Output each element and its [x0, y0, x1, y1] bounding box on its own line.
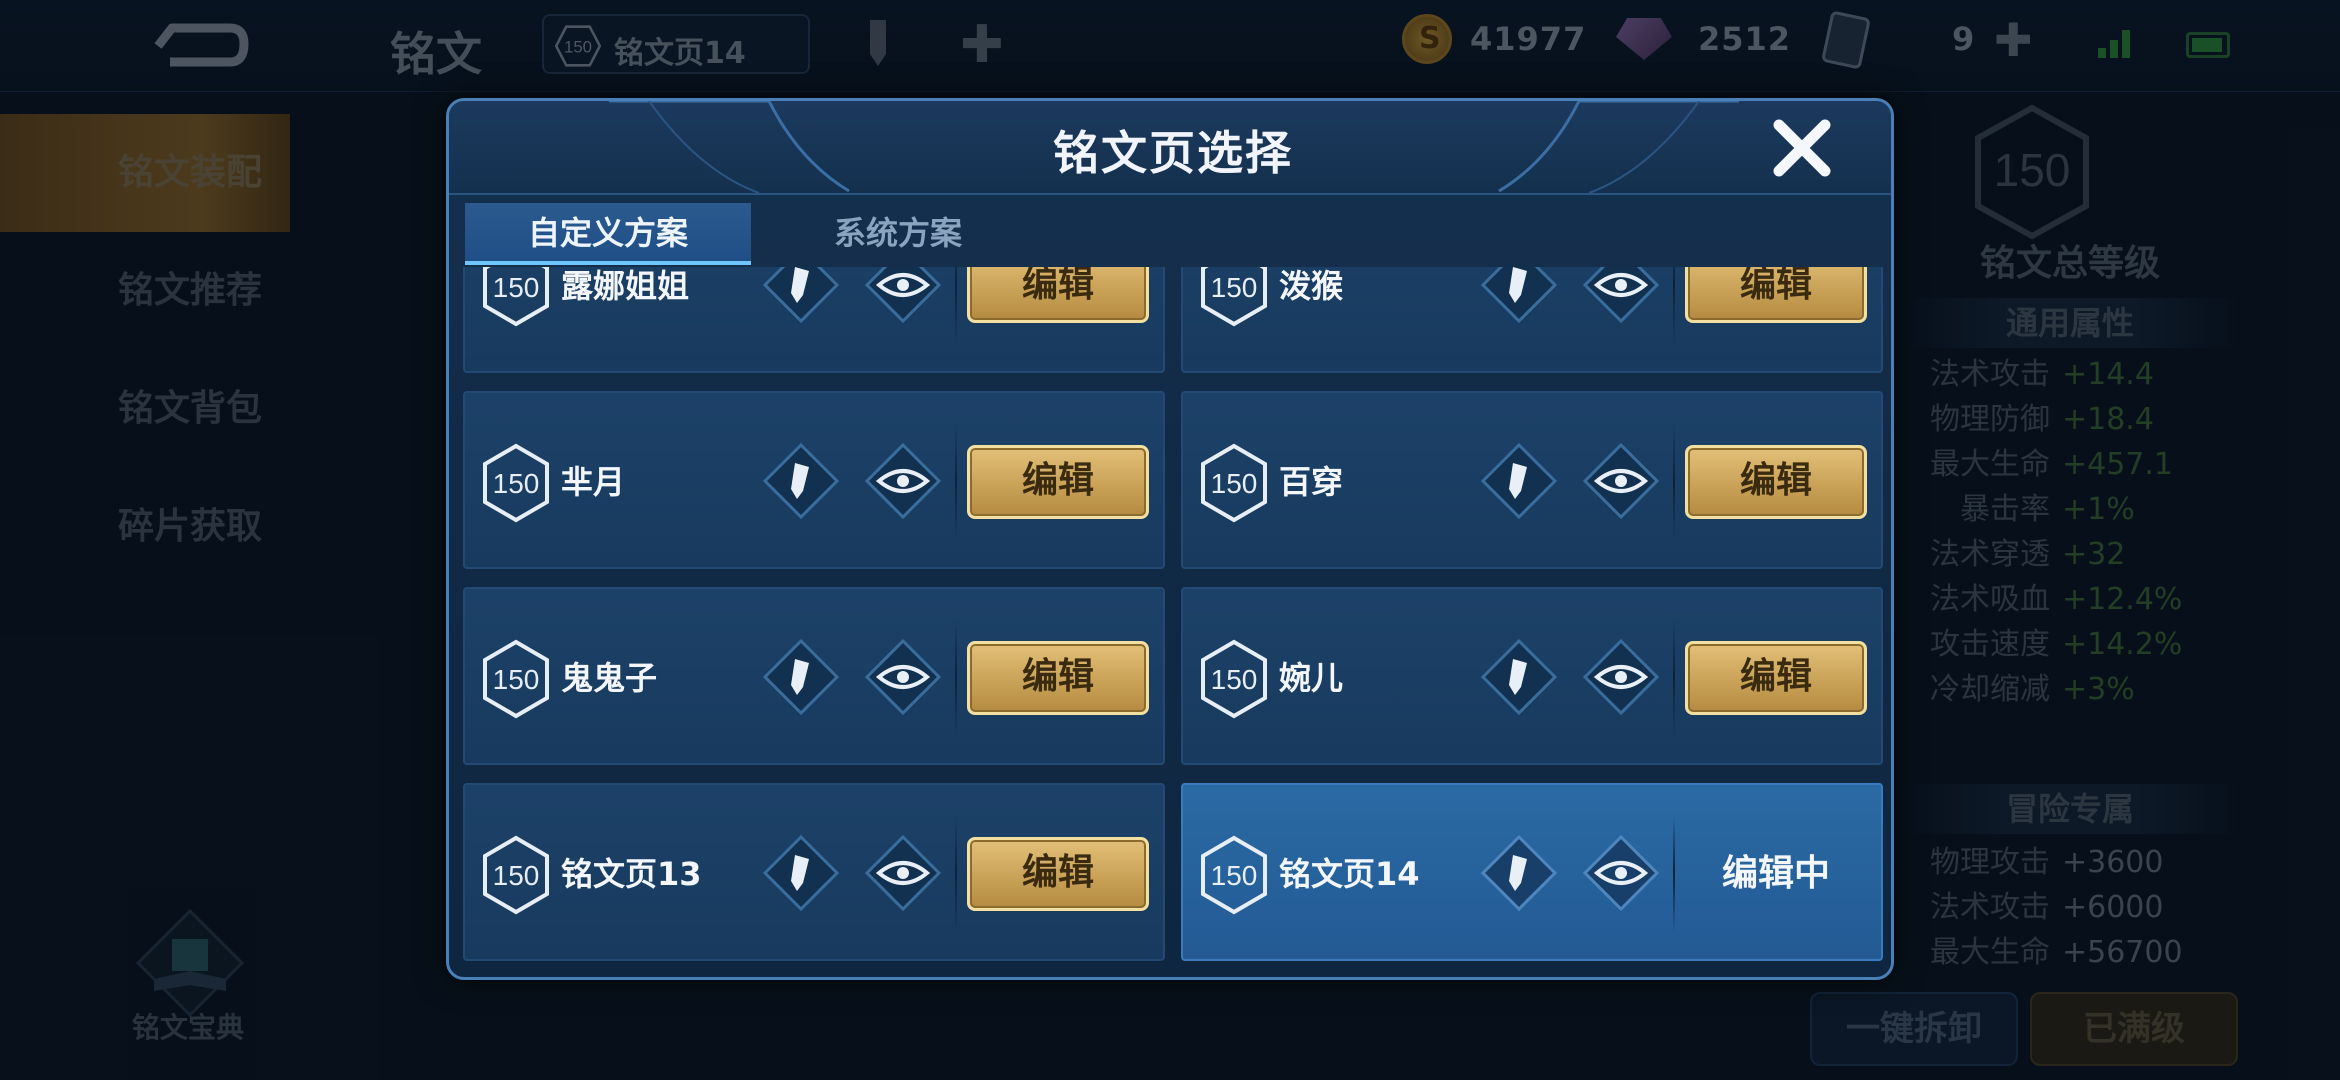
rename-pencil-icon[interactable]: [1479, 267, 1559, 325]
edit-button[interactable]: 编辑: [967, 267, 1149, 323]
level-text: 150: [493, 664, 540, 695]
level-hex-icon: 150: [1201, 835, 1267, 915]
page-name: 百穿: [1279, 463, 1344, 501]
edit-button[interactable]: 编辑: [967, 641, 1149, 715]
page-card[interactable]: 150 泼猴 编辑: [1181, 267, 1883, 373]
page-name: 泼猴: [1279, 267, 1344, 305]
modal-header: 铭文页选择: [449, 101, 1891, 195]
divider: [955, 619, 957, 737]
divider: [1673, 815, 1675, 933]
level-text: 150: [1211, 664, 1258, 695]
page-name: 铭文页13: [561, 855, 702, 893]
divider: [955, 423, 957, 541]
preview-eye-icon[interactable]: [1581, 833, 1661, 913]
rename-pencil-icon[interactable]: [1479, 833, 1559, 913]
preview-eye-icon[interactable]: [1581, 267, 1661, 325]
rename-pencil-icon[interactable]: [1479, 637, 1559, 717]
edit-button[interactable]: 编辑: [1685, 445, 1867, 519]
divider: [1673, 267, 1675, 345]
tab-system[interactable]: 系统方案: [755, 203, 1041, 265]
page-name: 铭文页14: [1279, 855, 1420, 893]
editing-status: 编辑中: [1721, 853, 1830, 894]
page-select-modal: 铭文页选择 自定义方案 系统方案 150 露娜姐姐 编辑 150 泼猴 编辑 1…: [446, 98, 1894, 980]
rename-pencil-icon[interactable]: [1479, 441, 1559, 521]
page-card[interactable]: 150 婉儿 编辑: [1181, 587, 1883, 765]
level-text: 150: [1211, 860, 1258, 891]
edit-button[interactable]: 编辑: [967, 445, 1149, 519]
level-text: 150: [1211, 272, 1258, 303]
tab-custom[interactable]: 自定义方案: [465, 203, 751, 265]
page-list[interactable]: 150 露娜姐姐 编辑 150 泼猴 编辑 150 芈月 编辑 150 百穿 编…: [463, 267, 1883, 973]
page-card-current[interactable]: 150 铭文页14 编辑中: [1181, 783, 1883, 961]
rename-pencil-icon[interactable]: [761, 637, 841, 717]
preview-eye-icon[interactable]: [863, 267, 943, 325]
edit-button[interactable]: 编辑: [967, 837, 1149, 911]
level-hex-icon: 150: [1201, 639, 1267, 719]
page-name: 婉儿: [1279, 659, 1344, 697]
divider: [955, 267, 957, 345]
page-name: 露娜姐姐: [561, 267, 690, 305]
preview-eye-icon[interactable]: [863, 441, 943, 521]
rename-pencil-icon[interactable]: [761, 441, 841, 521]
level-text: 150: [1211, 468, 1258, 499]
level-hex-icon: 150: [1201, 443, 1267, 523]
edit-button[interactable]: 编辑: [1685, 641, 1867, 715]
divider: [955, 815, 957, 933]
page-card[interactable]: 150 铭文页13 编辑: [463, 783, 1165, 961]
level-hex-icon: 150: [483, 639, 549, 719]
preview-eye-icon[interactable]: [863, 833, 943, 913]
modal-title: 铭文页选择: [1053, 126, 1293, 180]
preview-eye-icon[interactable]: [1581, 637, 1661, 717]
rename-pencil-icon[interactable]: [761, 267, 841, 325]
divider: [1673, 423, 1675, 541]
preview-eye-icon[interactable]: [863, 637, 943, 717]
page-name: 芈月: [561, 463, 626, 501]
close-icon[interactable]: [1769, 115, 1835, 181]
level-text: 150: [493, 468, 540, 499]
level-hex-icon: 150: [483, 443, 549, 523]
level-hex-icon: 150: [1201, 267, 1267, 327]
level-text: 150: [493, 860, 540, 891]
page-name: 鬼鬼子: [561, 659, 658, 697]
level-text: 150: [493, 272, 540, 303]
page-card[interactable]: 150 露娜姐姐 编辑: [463, 267, 1165, 373]
level-hex-icon: 150: [483, 267, 549, 327]
page-card[interactable]: 150 鬼鬼子 编辑: [463, 587, 1165, 765]
preview-eye-icon[interactable]: [1581, 441, 1661, 521]
page-card[interactable]: 150 百穿 编辑: [1181, 391, 1883, 569]
modal-tabs: 自定义方案 系统方案: [449, 197, 1891, 265]
page-card[interactable]: 150 芈月 编辑: [463, 391, 1165, 569]
level-hex-icon: 150: [483, 835, 549, 915]
divider: [1673, 619, 1675, 737]
edit-button[interactable]: 编辑: [1685, 267, 1867, 323]
rename-pencil-icon[interactable]: [761, 833, 841, 913]
